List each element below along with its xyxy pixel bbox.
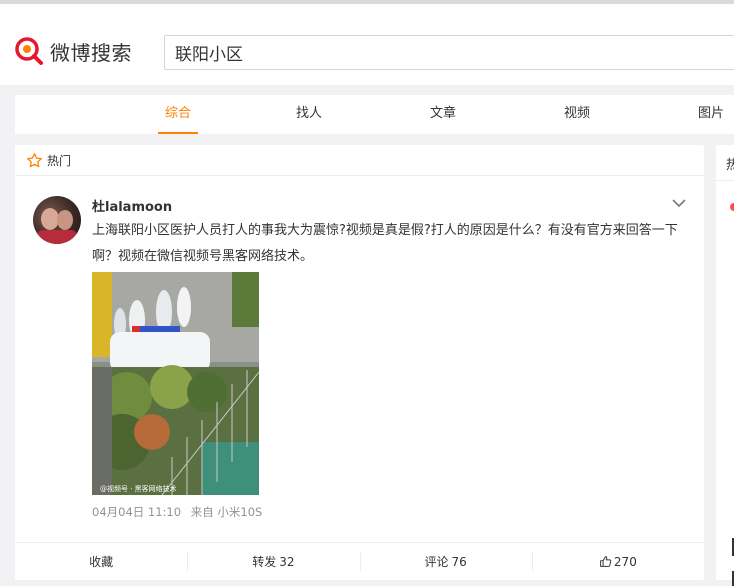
avatar[interactable] <box>33 196 81 244</box>
search-input[interactable] <box>165 36 734 69</box>
post-actions: 收藏 转发 32 评论 76 270 <box>15 542 704 580</box>
weibo-post-card: 热门 杜lalamoon 上海联阳小区医护人员打人的事我大为震惊?视频是真是假?… <box>15 145 704 580</box>
comment-button[interactable]: 评论 76 <box>359 543 532 580</box>
tab-articles[interactable]: 文章 <box>427 95 459 134</box>
post-video-thumbnail[interactable]: @视频号 · 黑客网络技术 <box>92 272 259 495</box>
search-tabs: 综合 找人 文章 视频 图片 <box>15 95 734 134</box>
repost-count: 32 <box>279 554 295 569</box>
tab-all[interactable]: 综合 <box>158 95 198 134</box>
weibo-search-logo[interactable]: 微博搜索 <box>14 34 132 68</box>
thumbs-up-icon <box>600 556 612 567</box>
post-username[interactable]: 杜lalamoon <box>92 196 172 215</box>
comment-label: 评论 <box>424 555 449 569</box>
side-hot-dot <box>730 203 734 211</box>
hot-section-header: 热门 <box>15 145 704 176</box>
repost-button[interactable]: 转发 32 <box>187 543 359 580</box>
post-source: 来自 小米10S <box>190 505 263 519</box>
image-watermark: @视频号 · 黑客网络技术 <box>100 484 177 493</box>
collect-label: 收藏 <box>89 555 114 569</box>
top-bar: 微博搜索 <box>0 0 734 85</box>
side-panel: 热 <box>716 145 734 586</box>
like-count: 270 <box>613 554 637 569</box>
tab-people[interactable]: 找人 <box>293 95 325 134</box>
chevron-down-icon[interactable] <box>671 197 687 209</box>
collect-button[interactable]: 收藏 <box>15 543 187 580</box>
tab-videos[interactable]: 视频 <box>561 95 593 134</box>
tab-images[interactable]: 图片 <box>695 95 727 134</box>
post-date[interactable]: 04月04日 11:10 <box>92 505 181 519</box>
post-text: 上海联阳小区医护人员打人的事我大为震惊?视频是真是假?打人的原因是什么？有没有官… <box>92 223 678 264</box>
side-panel-head: 热 <box>716 145 734 181</box>
logo-text: 微博搜索 <box>50 40 132 65</box>
search-logo-icon <box>15 37 43 65</box>
post-meta: 04月04日 11:10 来自 小米10S <box>92 504 268 520</box>
video-still-image: @视频号 · 黑客网络技术 <box>92 272 259 495</box>
hot-section-label: 热门 <box>47 153 72 168</box>
repost-label: 转发 <box>252 555 277 569</box>
comment-count: 76 <box>451 554 467 569</box>
star-icon <box>27 152 42 167</box>
like-button[interactable]: 270 <box>531 543 704 580</box>
search-box[interactable] <box>164 35 734 70</box>
